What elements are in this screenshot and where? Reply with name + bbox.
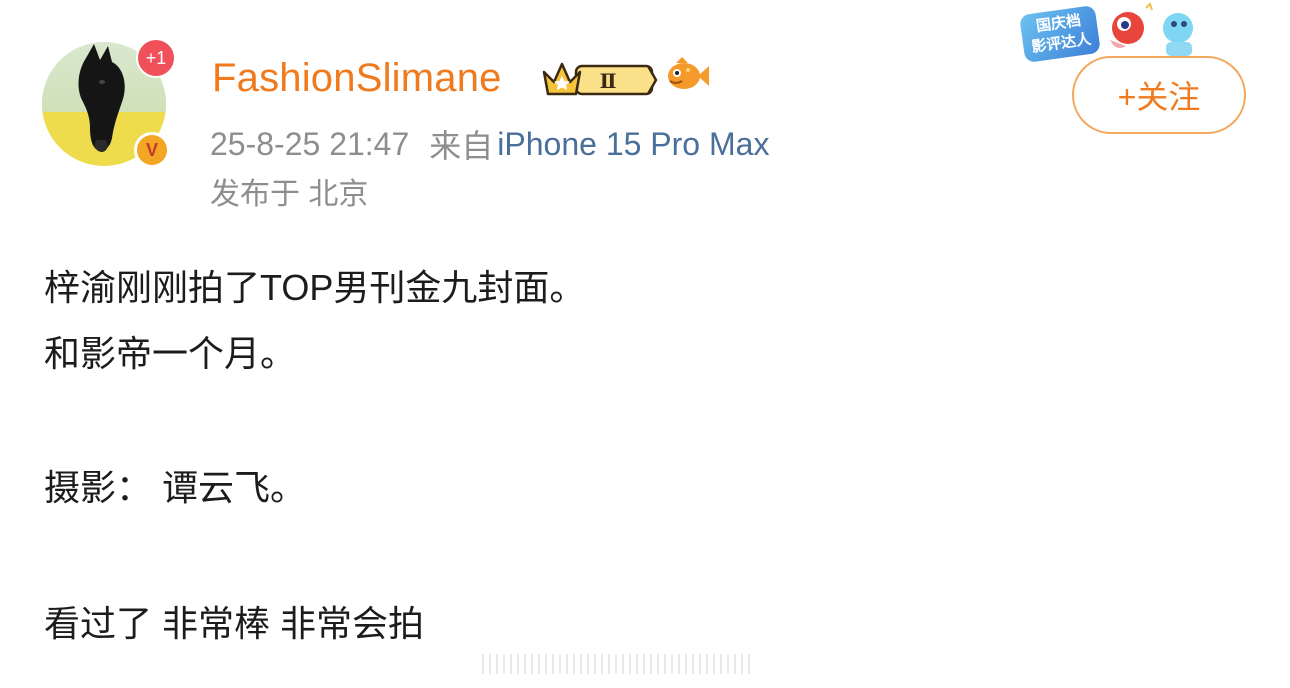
post-timestamp: 25-8-25 21:47 [210,125,410,162]
notification-badge: +1 [136,38,176,78]
post-text-line-4: 看过了 非常棒 非常会拍 [44,603,425,644]
username[interactable]: FashionSlimane [212,54,502,102]
crown-icon[interactable]: Ⅱ [540,58,658,100]
event-tag: 国庆档 影评达人 [1019,4,1101,64]
post-text-line-1: 梓渝刚刚拍了TOP男刊金九封面。 [44,267,586,308]
post-meta: 25-8-25 21:47 来自 iPhone 15 Pro Max [210,122,769,166]
post-text-line-3: 摄影： 谭云飞。 [44,467,307,508]
mascot-icon [1110,2,1193,56]
avatar-container[interactable]: +1 V [42,38,176,168]
follow-button[interactable]: +关注 [1072,56,1246,134]
post-text-line-2: 和影帝一个月。 [44,333,297,374]
verified-badge-icon: V [134,132,170,168]
vip-level-text: Ⅱ [600,69,617,93]
source-label: 来自 [429,128,494,164]
post-location: 发布于 北京 [210,178,369,211]
fish-icon [668,57,709,89]
truncation-blur [482,654,752,674]
device-link[interactable]: iPhone 15 Pro Max [497,126,769,163]
